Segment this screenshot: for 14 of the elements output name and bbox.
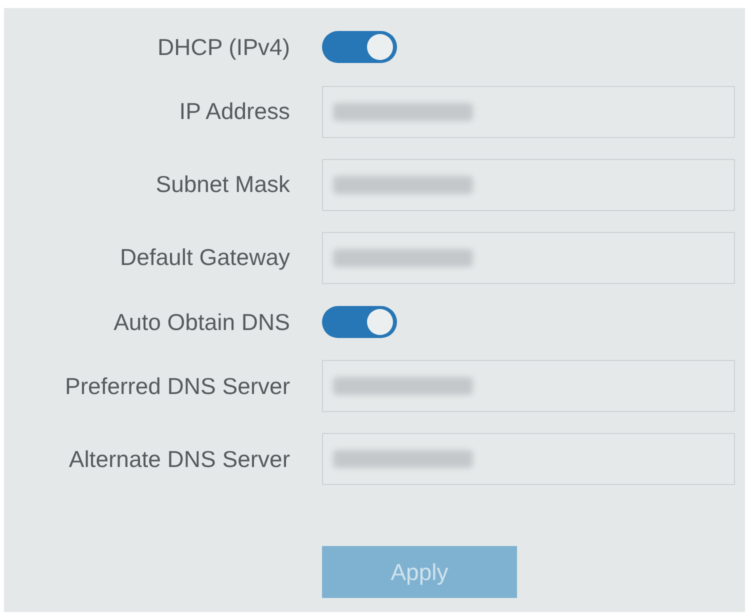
setting-label: Auto Obtain DNS — [112, 308, 290, 336]
setting-label: Alternate DNS Server — [68, 444, 290, 474]
setting-label: IP Address — [178, 97, 290, 126]
input-field[interactable] — [322, 86, 735, 138]
input-field[interactable] — [322, 158, 735, 210]
setting-label: Preferred DNS Server — [64, 372, 290, 401]
input-field[interactable] — [322, 232, 735, 284]
toggle-switch[interactable] — [322, 31, 397, 64]
setting-label: Subnet Mask — [154, 170, 290, 200]
input-field[interactable] — [322, 433, 735, 485]
setting-label: Default Gateway — [118, 243, 290, 272]
toggle-switch[interactable] — [322, 306, 397, 338]
setting-label: DHCP (IPv4) — [156, 33, 290, 62]
input-field[interactable] — [322, 360, 735, 412]
